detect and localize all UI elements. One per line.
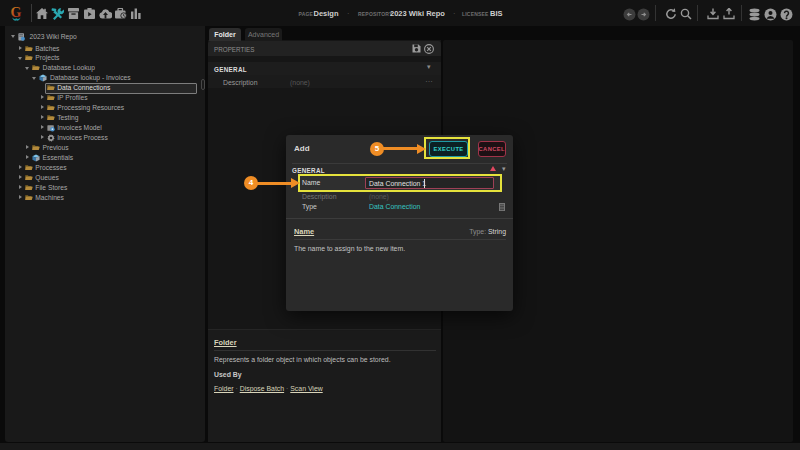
svg-text:G: G [11,5,22,20]
